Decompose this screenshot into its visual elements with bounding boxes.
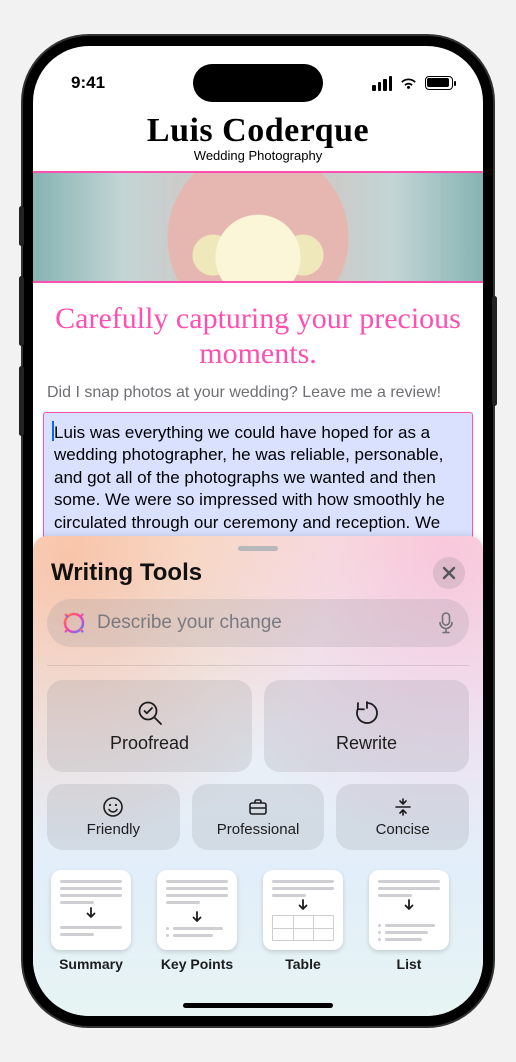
dynamic-island bbox=[193, 64, 323, 102]
review-prompt: Did I snap photos at your wedding? Leave… bbox=[33, 384, 483, 412]
concise-label: Concise bbox=[376, 821, 430, 838]
panel-divider bbox=[47, 665, 469, 666]
keypoints-label: Key Points bbox=[161, 956, 233, 972]
keypoints-thumb-icon bbox=[157, 870, 237, 950]
rewrite-label: Rewrite bbox=[336, 733, 397, 754]
concise-icon bbox=[392, 796, 414, 818]
friendly-button[interactable]: Friendly bbox=[47, 784, 180, 850]
professional-label: Professional bbox=[217, 821, 300, 838]
apple-intelligence-icon bbox=[61, 610, 87, 636]
rewrite-button[interactable]: Rewrite bbox=[264, 680, 469, 772]
magnifier-check-icon bbox=[136, 699, 164, 727]
table-thumb-icon bbox=[263, 870, 343, 950]
rewrite-icon bbox=[353, 699, 381, 727]
summary-thumb-icon bbox=[51, 870, 131, 950]
summary-label: Summary bbox=[59, 956, 123, 972]
proofread-label: Proofread bbox=[110, 733, 189, 754]
list-label: List bbox=[397, 956, 422, 972]
list-thumb-icon bbox=[369, 870, 449, 950]
sheet-grabber[interactable] bbox=[238, 546, 278, 551]
keypoints-button[interactable]: Key Points bbox=[157, 870, 237, 972]
battery-icon bbox=[425, 76, 453, 90]
page-headline: Carefully capturing your precious moment… bbox=[33, 283, 483, 384]
smile-icon bbox=[102, 796, 124, 818]
writing-tools-panel: Writing Tools bbox=[33, 536, 483, 1016]
list-button[interactable]: List bbox=[369, 870, 449, 972]
status-time: 9:41 bbox=[71, 73, 105, 93]
close-button[interactable] bbox=[433, 557, 465, 589]
brand-subtitle: Wedding Photography bbox=[33, 148, 483, 163]
briefcase-icon bbox=[247, 796, 269, 818]
concise-button[interactable]: Concise bbox=[336, 784, 469, 850]
microphone-icon[interactable] bbox=[437, 612, 455, 634]
professional-button[interactable]: Professional bbox=[192, 784, 325, 850]
friendly-label: Friendly bbox=[87, 821, 140, 838]
cellular-icon bbox=[372, 76, 392, 91]
input-placeholder: Describe your change bbox=[97, 612, 427, 634]
text-caret bbox=[52, 421, 54, 441]
wifi-icon bbox=[399, 76, 418, 90]
table-label: Table bbox=[285, 956, 321, 972]
home-indicator[interactable] bbox=[183, 1003, 333, 1008]
table-button[interactable]: Table bbox=[263, 870, 343, 972]
panel-title: Writing Tools bbox=[51, 559, 202, 587]
hero-image bbox=[33, 171, 483, 283]
brand-title: Luis Coderque bbox=[33, 112, 483, 150]
summary-button[interactable]: Summary bbox=[51, 870, 131, 972]
close-icon bbox=[442, 566, 456, 580]
proofread-button[interactable]: Proofread bbox=[47, 680, 252, 772]
describe-change-input[interactable]: Describe your change bbox=[47, 599, 469, 647]
